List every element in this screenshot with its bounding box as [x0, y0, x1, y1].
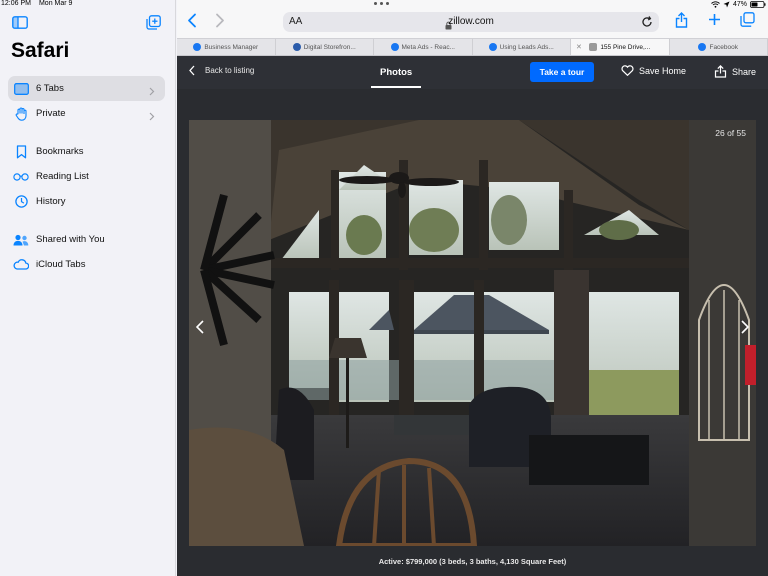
tab-label: Meta Ads - Reac... — [401, 43, 455, 51]
save-home-button[interactable]: Save Home — [621, 65, 686, 76]
take-a-tour-button[interactable]: Take a tour — [530, 62, 594, 82]
tab-bar: Business Manager Digital Storefron... Me… — [177, 38, 768, 56]
screen: 12:06 PM Mon Mar 9 Safari 6 Tabs Private — [0, 0, 768, 576]
share-listing-button[interactable]: Share — [714, 65, 756, 78]
back-to-listing-button[interactable]: Back to listing — [189, 65, 254, 76]
photo-viewer: Back to listing Photos Take a tour Save … — [177, 56, 768, 576]
sidebar-item-reading-list[interactable]: Reading List — [8, 164, 165, 189]
meta-favicon-icon — [193, 43, 202, 51]
sidebar-title: Safari — [11, 39, 70, 62]
new-tab-group-icon[interactable] — [146, 15, 161, 35]
back-label: Back to listing — [205, 66, 255, 75]
battery-icon — [750, 1, 766, 8]
chevron-right-icon — [149, 108, 155, 126]
chevron-left-icon — [189, 65, 195, 76]
status-time: 12:06 PM — [1, 0, 31, 7]
back-arrow-icon[interactable] — [187, 13, 197, 33]
cloud-icon — [13, 257, 29, 273]
tab-meta-ads[interactable]: Meta Ads - Reac... — [374, 39, 473, 55]
sidebar-toggle-icon[interactable] — [12, 16, 28, 34]
sidebar-tabs-icon — [13, 81, 29, 97]
tab-photos[interactable]: Photos — [380, 67, 412, 78]
listing-caption: Active: $799,000 (3 beds, 3 baths, 4,130… — [378, 557, 567, 566]
sidebar-item-label: Private — [36, 108, 66, 119]
sidebar-item-label: iCloud Tabs — [36, 259, 86, 270]
multitasking-dots-icon[interactable] — [374, 2, 389, 5]
tab-155-pine-drive[interactable]: ✕ 155 Pine Drive,... — [571, 39, 670, 55]
share-icon — [714, 65, 727, 78]
sidebar-item-label: Shared with You — [36, 234, 105, 245]
chevron-right-icon — [149, 83, 155, 101]
tab-label: Business Manager — [204, 43, 259, 51]
bookmark-icon — [13, 144, 29, 160]
meta-favicon-icon — [390, 43, 399, 51]
share-label: Share — [732, 66, 757, 77]
zillow-favicon-icon — [589, 43, 598, 51]
tab-label: Digital Storefron... — [303, 43, 356, 51]
listing-photo[interactable]: 26 of 55 — [189, 120, 756, 546]
tab-label: 155 Pine Drive,... — [600, 43, 651, 51]
photo-counter: 26 of 55 — [715, 128, 746, 138]
clock-icon — [13, 194, 29, 210]
sidebar-item-tabs[interactable]: 6 Tabs — [8, 76, 165, 101]
tab-business-manager[interactable]: Business Manager — [177, 39, 276, 55]
tab-using-leads-ads[interactable]: Using Leads Ads... — [473, 39, 571, 55]
sidebar-item-private[interactable]: Private — [8, 101, 165, 126]
previous-photo-icon[interactable] — [191, 314, 209, 340]
reload-icon[interactable] — [641, 15, 653, 33]
safari-sidebar: 12:06 PM Mon Mar 9 Safari 6 Tabs Private — [0, 0, 176, 576]
sidebar-item-label: 6 Tabs — [36, 83, 64, 94]
tab-overview-icon[interactable] — [740, 12, 755, 32]
address-bar[interactable]: AA zillow.com — [283, 12, 659, 32]
status-bar-right: 47% — [711, 0, 766, 9]
share-icon[interactable] — [675, 12, 688, 33]
tab-digital-storefront[interactable]: Digital Storefron... — [276, 39, 374, 55]
new-tab-plus-icon[interactable] — [708, 13, 721, 31]
close-tab-icon[interactable]: ✕ — [576, 43, 582, 51]
glasses-icon — [13, 169, 29, 185]
sidebar-item-label: History — [36, 196, 66, 207]
listing-photo-image — [189, 120, 756, 546]
sidebar-item-label: Reading List — [36, 171, 89, 182]
shared-icon — [13, 232, 29, 248]
next-photo-icon[interactable] — [736, 314, 754, 340]
active-tab-indicator — [371, 86, 421, 88]
wifi-icon — [711, 1, 720, 8]
sidebar-item-label: Bookmarks — [36, 146, 84, 157]
save-label: Save Home — [639, 65, 687, 76]
tab-label: Facebook — [709, 43, 739, 51]
sidebar-item-history[interactable]: History — [8, 189, 165, 214]
facebook-favicon-icon — [698, 43, 707, 51]
site-favicon-icon — [292, 43, 301, 51]
tab-label: Using Leads Ads... — [499, 43, 554, 51]
facebook-favicon-icon — [488, 43, 497, 51]
url-text: zillow.com — [448, 16, 494, 27]
battery-percent: 47% — [732, 1, 747, 8]
heart-icon — [621, 65, 634, 76]
browser-toolbar: AA zillow.com — [177, 0, 768, 38]
photo-viewer-header: Back to listing Photos Take a tour Save … — [177, 56, 768, 89]
hand-icon — [13, 106, 29, 122]
status-bar-left: 12:06 PM Mon Mar 9 — [0, 0, 72, 9]
status-date: Mon Mar 9 — [38, 0, 73, 7]
forward-arrow-icon[interactable] — [215, 13, 225, 33]
sidebar-item-icloud-tabs[interactable]: iCloud Tabs — [8, 252, 165, 277]
tab-facebook[interactable]: Facebook — [670, 39, 768, 55]
location-icon — [723, 1, 730, 8]
sidebar-item-shared-with-you[interactable]: Shared with You — [8, 227, 165, 252]
sidebar-item-bookmarks[interactable]: Bookmarks — [8, 139, 165, 164]
